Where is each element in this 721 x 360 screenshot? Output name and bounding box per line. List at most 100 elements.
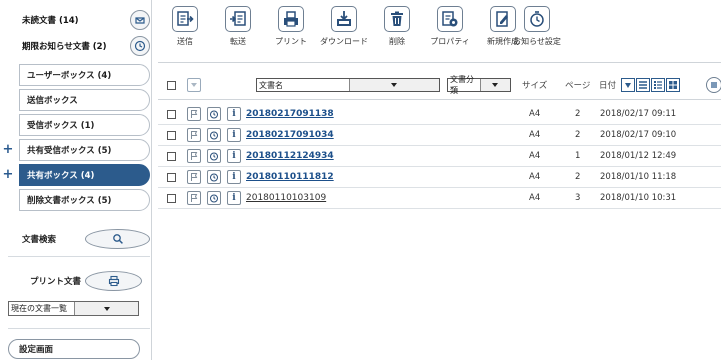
document-name-link[interactable]: 20180217091034 <box>246 130 334 140</box>
document-pages: 1 <box>575 151 581 161</box>
sidebar-item-shared-box[interactable]: + 共有ボックス (4) <box>3 164 150 186</box>
settings-button[interactable]: 設定画面 <box>8 339 140 359</box>
properties-label: プロパティ <box>430 37 470 46</box>
sidebar-divider <box>8 256 150 257</box>
select-all-checkbox[interactable] <box>167 81 176 90</box>
flag-icon[interactable] <box>187 107 201 121</box>
unread-documents-label: 未読文書 (14) <box>22 16 79 26</box>
document-pages: 2 <box>575 130 581 140</box>
detail-view-button[interactable] <box>651 78 665 92</box>
timer-icon[interactable] <box>207 149 221 163</box>
row-checkbox[interactable] <box>167 194 176 203</box>
expire-documents-label: 期限お知らせ文書 (2) <box>22 42 107 52</box>
info-icon[interactable]: i <box>227 128 241 142</box>
info-icon[interactable]: i <box>227 107 241 121</box>
chevron-down-icon[interactable] <box>74 302 138 315</box>
document-name-link[interactable]: 20180112124934 <box>246 151 334 161</box>
expand-plus-icon[interactable]: + <box>2 168 14 181</box>
list-view-icon <box>639 81 647 89</box>
detail-view-icon <box>654 81 662 89</box>
info-icon[interactable]: i <box>227 191 241 205</box>
sort-toggle-button[interactable] <box>621 78 635 92</box>
timer-icon[interactable] <box>207 170 221 184</box>
expire-documents-link[interactable]: 期限お知らせ文書 (2) <box>22 36 150 56</box>
clock-icon[interactable] <box>130 36 150 56</box>
sidebar-item-label: 共有受信ボックス (5) <box>27 146 112 156</box>
document-size: A4 <box>529 172 541 182</box>
sidebar-item-label: 削除文書ボックス (5) <box>27 196 112 206</box>
document-row[interactable]: i 20180217091138 A4 2 2018/02/17 09:11 <box>158 104 721 125</box>
flag-icon[interactable] <box>187 191 201 205</box>
document-search-link[interactable]: 文書検索 <box>22 228 150 250</box>
doc-class-select[interactable]: 文書分類 <box>447 75 511 95</box>
document-pages: 2 <box>575 172 581 182</box>
send-button[interactable]: 送信 <box>164 6 206 60</box>
document-row[interactable]: i 20180110111812 A4 2 2018/01/10 11:18 <box>158 167 721 188</box>
trash-icon <box>384 6 410 32</box>
sidebar-item-label: 送信ボックス <box>27 96 78 106</box>
sidebar-item-label: 共有ボックス (4) <box>27 171 95 181</box>
doc-name-sort-select[interactable]: 文書名 <box>256 78 440 92</box>
document-date: 2018/01/10 10:31 <box>600 193 677 203</box>
document-list: i 20180217091138 A4 2 2018/02/17 09:11 i… <box>158 104 721 209</box>
print-label: プリント <box>275 37 307 46</box>
date-column-header: 日付 <box>599 81 617 91</box>
sidebar-item-send-box[interactable]: 送信ボックス <box>19 89 150 111</box>
list-header: 文書名 文書分類 サイズ ページ 日付 <box>160 75 721 95</box>
page-column-header: ページ <box>565 81 591 91</box>
notification-settings-button[interactable]: お知らせ設定 <box>513 6 561 60</box>
timer-icon[interactable] <box>207 191 221 205</box>
flag-icon[interactable] <box>187 149 201 163</box>
document-date: 2018/02/17 09:11 <box>600 109 677 119</box>
chevron-down-icon[interactable] <box>348 79 439 91</box>
row-checkbox[interactable] <box>167 131 176 140</box>
download-icon <box>331 6 357 32</box>
document-row[interactable]: i 20180110103109 A4 3 2018/01/10 10:31 <box>158 188 721 209</box>
document-row[interactable]: i 20180112124934 A4 1 2018/01/12 12:49 <box>158 146 721 167</box>
document-row[interactable]: i 20180217091034 A4 2 2018/02/17 09:10 <box>158 125 721 146</box>
row-checkbox[interactable] <box>167 152 176 161</box>
document-size: A4 <box>529 151 541 161</box>
document-name-link[interactable]: 20180110103109 <box>246 193 326 203</box>
timer-icon[interactable] <box>207 128 221 142</box>
print-documents-link[interactable]: プリント文書 <box>30 270 142 292</box>
size-column-header: サイズ <box>522 81 548 91</box>
sidebar-item-user-box[interactable]: ユーザーボックス (4) <box>19 64 150 86</box>
column-settings-button[interactable] <box>706 77 721 93</box>
sidebar-item-label: 受信ボックス (1) <box>27 121 95 131</box>
print-list-icon[interactable] <box>85 271 142 291</box>
document-name-link[interactable]: 20180217091138 <box>246 109 334 119</box>
print-target-select[interactable]: 現在の文書一覧 <box>8 301 139 316</box>
chevron-down-icon[interactable] <box>479 79 510 91</box>
print-button[interactable]: プリント <box>270 6 312 60</box>
unread-badge-icon[interactable] <box>130 10 150 30</box>
search-icon[interactable] <box>85 229 150 249</box>
sidebar-item-receive-box[interactable]: 受信ボックス (1) <box>19 114 150 136</box>
row-checkbox[interactable] <box>167 173 176 182</box>
settings-button-label: 設定画面 <box>19 345 54 355</box>
document-size: A4 <box>529 109 541 119</box>
toolbar: 送信 転送 プリント ダウンロード 削除 プロパティ 新規作成 お知らせ設定 <box>164 6 569 60</box>
delete-button[interactable]: 削除 <box>376 6 418 60</box>
row-checkbox[interactable] <box>167 110 176 119</box>
expand-plus-icon[interactable]: + <box>2 143 14 156</box>
document-date: 2018/02/17 09:10 <box>600 130 677 140</box>
info-icon[interactable]: i <box>227 170 241 184</box>
flag-filter-icon[interactable] <box>187 78 201 92</box>
forward-button[interactable]: 転送 <box>217 6 259 60</box>
flag-icon[interactable] <box>187 170 201 184</box>
sidebar-item-shared-receive-box[interactable]: + 共有受信ボックス (5) <box>3 139 150 161</box>
timer-icon[interactable] <box>207 107 221 121</box>
send-icon <box>172 6 198 32</box>
info-icon[interactable]: i <box>227 149 241 163</box>
thumbnail-view-button[interactable] <box>666 78 680 92</box>
list-view-button[interactable] <box>636 78 650 92</box>
properties-button[interactable]: プロパティ <box>429 6 471 60</box>
download-button[interactable]: ダウンロード <box>320 6 368 60</box>
sidebar-item-deleted-box[interactable]: 削除文書ボックス (5) <box>19 189 150 211</box>
document-search-label: 文書検索 <box>22 235 57 245</box>
flag-icon[interactable] <box>187 128 201 142</box>
document-name-link[interactable]: 20180110111812 <box>246 172 334 182</box>
view-mode-buttons <box>621 78 681 92</box>
unread-documents-link[interactable]: 未読文書 (14) <box>22 10 150 30</box>
